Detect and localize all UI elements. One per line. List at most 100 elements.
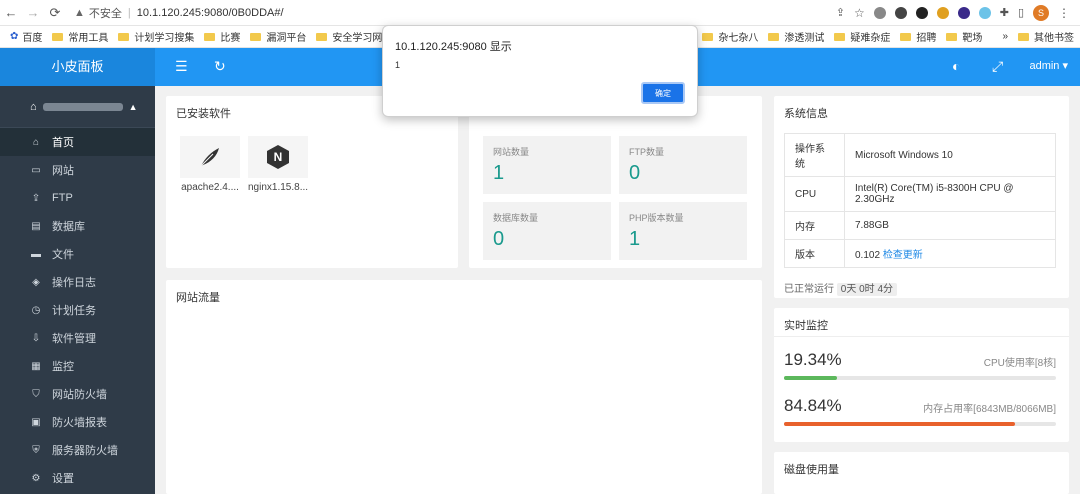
dialog-title: 10.1.120.245:9080 显示 — [395, 41, 512, 53]
memory-progress-fill — [784, 422, 1015, 426]
back-icon[interactable]: ← — [0, 5, 22, 20]
memory-percent: 84.84% — [784, 396, 842, 415]
cpu-progress-fill — [784, 376, 837, 380]
folder-icon — [204, 32, 216, 41]
bookmark-folder[interactable]: 漏洞平台 — [250, 29, 306, 44]
reload-icon[interactable]: ⟳ — [44, 5, 66, 21]
sidepanel-icon[interactable]: ▯ — [1018, 6, 1024, 19]
cpu-progress-bar — [784, 376, 1056, 380]
dialog-message: 1 — [395, 60, 401, 70]
layers-icon: ◈ — [32, 276, 40, 288]
extension-icon[interactable] — [957, 6, 970, 19]
sidebar-item-waf[interactable]: ⛉ 网站防火墙 — [0, 380, 155, 408]
realtime-monitor-card: 实时监控 19.34% CPU使用率[8核] 84.84% 内存占用率[6843… — [774, 308, 1069, 442]
nginx-icon: N — [267, 145, 289, 169]
extension-icon[interactable] — [978, 6, 991, 19]
theme-icon[interactable]: ◐ — [952, 58, 960, 74]
extension-icon[interactable] — [873, 6, 886, 19]
menu-icon[interactable]: ⋮ — [1058, 6, 1070, 20]
profile-avatar[interactable]: S — [1033, 4, 1049, 21]
paw-icon: ✿ — [10, 31, 19, 42]
bookmark-other[interactable]: 其他书签 — [1018, 29, 1074, 44]
url-field[interactable]: ▲ 不安全 | 10.1.120.245:9080/0B0DDA#/ — [74, 3, 834, 23]
sidebar-item-settings[interactable]: ⚙ 设置 — [0, 464, 155, 492]
alert-dialog: 10.1.120.245:9080 显示 1 确定 — [382, 25, 698, 117]
sidebar-item-cron[interactable]: ◷ 计划任务 — [0, 296, 155, 324]
sidebar: ⌂ ▲ ⌂ 首页 ▭ 网站 ⇪ FTP ▤ 数据库 ▬ 文件 ◈ 操作日志 ◷ 计划任务 ⇩ 软… — [0, 86, 155, 494]
hamburger-icon[interactable]: ☰ — [175, 58, 188, 75]
bookmark-folder[interactable]: 杂七杂八 — [702, 29, 758, 44]
star-icon[interactable]: ☆ — [854, 6, 865, 20]
url-separator: | — [127, 6, 131, 19]
folder-icon — [946, 32, 958, 41]
caret-up-icon: ▲ — [128, 101, 138, 112]
puzzle-icon[interactable]: ✚ — [1000, 6, 1009, 19]
share-icon[interactable]: ⇪ — [836, 6, 845, 19]
bookmark-folder[interactable]: 招聘 — [900, 29, 936, 44]
bookmark-folder[interactable]: 渗透测试 — [768, 29, 824, 44]
app-nginx[interactable]: N nginx1.15.8... — [248, 136, 308, 193]
sidebar-item-home[interactable]: ⌂ 首页 — [0, 128, 155, 156]
table-row: 操作系统 Microsoft Windows 10 — [784, 133, 1056, 177]
sidebar-item-waf-report[interactable]: ▣ 防火墙报表 — [0, 408, 155, 436]
server-selector[interactable]: ⌂ ▲ — [0, 86, 155, 128]
folder-icon — [1018, 32, 1029, 41]
folder-icon — [52, 32, 64, 41]
system-info-title: 系统信息 — [784, 108, 828, 120]
extension-bar: ⇪ ☆ ✚ ▯ S ⋮ — [836, 4, 1080, 21]
folder-icon — [118, 32, 130, 41]
stat-website-count[interactable]: 网站数量 1 — [483, 136, 611, 194]
stat-ftp-count[interactable]: FTP数量 0 — [619, 136, 747, 194]
warning-icon: ▲ — [74, 6, 85, 19]
sidebar-item-logs[interactable]: ◈ 操作日志 — [0, 268, 155, 296]
stat-php-count[interactable]: PHP版本数量 1 — [619, 202, 747, 260]
database-icon: ▤ — [31, 220, 41, 232]
cpu-label: CPU使用率[8核] — [983, 358, 1056, 369]
bookmark-folder[interactable]: 比赛 — [204, 29, 240, 44]
sidebar-item-website[interactable]: ▭ 网站 — [0, 156, 155, 184]
divider — [774, 336, 1069, 337]
chart-icon: ▦ — [31, 360, 41, 372]
bookmark-baidu[interactable]: ✿ 百度 — [10, 29, 42, 44]
bookmark-folder[interactable]: 靶场 — [946, 29, 982, 44]
folder-icon — [834, 32, 846, 41]
app-apache[interactable]: apache2.4.... — [180, 136, 240, 193]
download-icon: ⇩ — [31, 332, 41, 344]
monitor-icon: ▭ — [31, 164, 41, 176]
installed-software-card: 已安装软件 apache2.4.... N nginx1.15.8... — [166, 96, 458, 268]
stats-card: 网站数量 1 FTP数量 0 数据库数量 0 PHP版本数量 1 — [469, 96, 762, 268]
system-info-card: 系统信息 操作系统 Microsoft Windows 10 CPU Intel(R… — [774, 96, 1069, 298]
sidebar-item-ftp[interactable]: ⇪ FTP — [0, 184, 155, 212]
bookmark-folder[interactable]: 疑难杂症 — [834, 29, 890, 44]
app-icon-box: N — [248, 136, 308, 178]
feather-icon — [200, 148, 219, 167]
dialog-ok-button[interactable]: 确定 — [641, 82, 685, 104]
bookmark-folder[interactable]: 计划学习搜集 — [118, 29, 194, 44]
table-row: 内存 7.88GB — [784, 211, 1056, 240]
bookmark-folder[interactable]: 安全学习网站 — [316, 29, 392, 44]
forward-icon[interactable]: → — [22, 5, 44, 20]
app-name: apache2.4.... — [181, 182, 239, 193]
bookmark-folder[interactable]: 常用工具 — [52, 29, 108, 44]
extension-icon[interactable] — [915, 6, 928, 19]
gear-icon: ⚙ — [31, 472, 41, 484]
check-update-link[interactable]: 检查更新 — [883, 250, 923, 261]
extension-icon[interactable] — [894, 6, 907, 19]
sidebar-item-monitor[interactable]: ▦ 监控 — [0, 352, 155, 380]
folder-icon — [316, 32, 328, 41]
refresh-icon[interactable]: ↻ — [214, 58, 226, 75]
bookmarks-more[interactable]: » — [1002, 31, 1008, 42]
fullscreen-icon[interactable]: ⤢ — [992, 58, 1003, 75]
sidebar-item-files[interactable]: ▬ 文件 — [0, 240, 155, 268]
system-info-table: 操作系统 Microsoft Windows 10 CPU Intel(R) Cor… — [784, 133, 1056, 268]
uptime-row: 已正常运行 0天 0时 4分 — [784, 280, 898, 296]
report-icon: ▣ — [31, 416, 41, 428]
extension-icon[interactable] — [936, 6, 949, 19]
sidebar-item-server-firewall[interactable]: ⛨ 服务器防火墙 — [0, 436, 155, 464]
sidebar-item-database[interactable]: ▤ 数据库 — [0, 212, 155, 240]
stat-database-count[interactable]: 数据库数量 0 — [483, 202, 611, 260]
sidebar-menu: ⌂ 首页 ▭ 网站 ⇪ FTP ▤ 数据库 ▬ 文件 ◈ 操作日志 ◷ 计划任务 ⇩ 软件管理 … — [0, 128, 155, 492]
folder-icon — [702, 32, 714, 41]
user-menu[interactable]: admin ▾ — [1029, 59, 1068, 72]
sidebar-item-software[interactable]: ⇩ 软件管理 — [0, 324, 155, 352]
